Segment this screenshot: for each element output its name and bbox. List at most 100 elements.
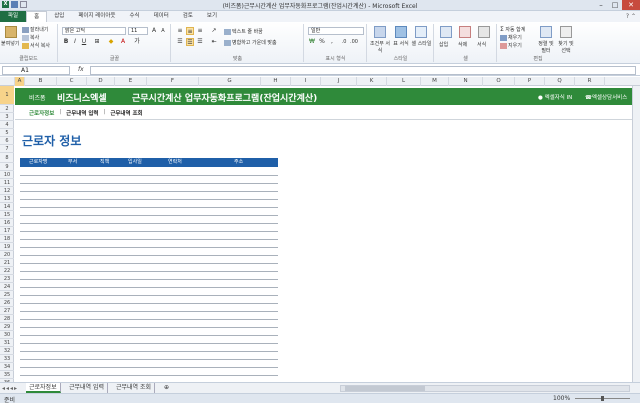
bold-icon[interactable]: B (62, 38, 70, 46)
table-row[interactable] (20, 367, 278, 368)
row-header[interactable]: 32 (0, 347, 14, 355)
shrink-font-icon[interactable]: A (159, 27, 167, 35)
column-header[interactable]: L (387, 77, 421, 86)
row-header[interactable]: 23 (0, 275, 14, 283)
row-header[interactable]: 19 (0, 243, 14, 251)
phonetic-icon[interactable]: 가 (133, 38, 141, 46)
row-header[interactable]: 3 (0, 113, 14, 121)
row-header[interactable]: 16 (0, 219, 14, 227)
increase-decimal-icon[interactable]: .0 (340, 38, 348, 46)
table-row[interactable] (20, 351, 278, 352)
table-row[interactable] (20, 191, 278, 192)
formula-input[interactable] (90, 66, 636, 75)
percent-icon[interactable]: % (318, 38, 326, 46)
row-header[interactable]: 17 (0, 227, 14, 235)
align-top-icon[interactable]: ≡ (176, 27, 184, 35)
menu-worker-info[interactable]: 근로자정보 (25, 109, 58, 117)
table-row[interactable] (20, 231, 278, 232)
column-header[interactable]: I (291, 77, 321, 86)
copy-button[interactable]: 복사 (22, 34, 39, 41)
border-icon[interactable]: ⊞ (93, 38, 101, 46)
sheet-tab-worker-info[interactable]: 근로자정보 (26, 383, 61, 393)
maximize-icon[interactable]: □ (608, 0, 622, 10)
row-header[interactable]: 26 (0, 299, 14, 307)
decrease-decimal-icon[interactable]: .00 (350, 38, 358, 46)
row-header[interactable]: 35 (0, 371, 14, 379)
row-header[interactable]: 31 (0, 339, 14, 347)
paste-button[interactable]: 붙여넣기 (1, 40, 19, 47)
table-row[interactable] (20, 359, 278, 360)
select-all-corner[interactable] (0, 77, 15, 86)
zoom-slider[interactable] (575, 396, 630, 401)
row-header[interactable]: 33 (0, 355, 14, 363)
row-header[interactable]: 5 (0, 129, 14, 137)
column-header[interactable]: F (147, 77, 199, 86)
tab-data[interactable]: 데이터 (147, 11, 176, 22)
worksheet-grid[interactable]: 비즈폼 비즈니스엑셀 근무시간계산 업무자동화프로그램(잔업시간계산) ● 엑셀… (15, 86, 640, 382)
menu-work-entry[interactable]: 근무내역 입력 (62, 109, 102, 117)
column-header[interactable]: P (515, 77, 545, 86)
table-row[interactable] (20, 287, 278, 288)
table-row[interactable] (20, 247, 278, 248)
fill-color-icon[interactable]: ◆ (107, 38, 115, 46)
table-row[interactable] (20, 295, 278, 296)
column-header[interactable]: A (15, 77, 25, 86)
column-header[interactable]: G (199, 77, 261, 86)
merge-center-button[interactable]: 병합하고 가운데 맞춤 (224, 39, 277, 46)
name-box[interactable]: A1 (2, 66, 70, 75)
table-row[interactable] (20, 183, 278, 184)
table-row[interactable] (20, 175, 278, 176)
row-header[interactable]: 11 (0, 179, 14, 187)
comma-icon[interactable]: , (328, 38, 336, 46)
table-row[interactable] (20, 279, 278, 280)
tab-view[interactable]: 보기 (200, 11, 224, 22)
table-row[interactable] (20, 199, 278, 200)
row-header[interactable]: 22 (0, 267, 14, 275)
sheet-nav-icons[interactable]: ◂◂◂▸ (2, 385, 18, 392)
column-header[interactable]: H (261, 77, 291, 86)
vertical-scrollbar[interactable] (632, 86, 640, 382)
font-size-select[interactable]: 11 (128, 27, 148, 35)
table-row[interactable] (20, 207, 278, 208)
align-middle-icon[interactable]: ≡ (186, 27, 194, 35)
format-as-table-button[interactable]: 표 서식 (393, 40, 409, 47)
table-row[interactable] (20, 271, 278, 272)
column-header[interactable]: E (115, 77, 147, 86)
sort-filter-button[interactable]: 정렬 및 필터 (536, 40, 556, 54)
row-header[interactable]: 27 (0, 307, 14, 315)
cell-styles-button[interactable]: 셀 스타일 (411, 40, 432, 47)
menu-work-inquiry[interactable]: 근무내역 조회 (106, 109, 146, 117)
row-header[interactable]: 10 (0, 171, 14, 179)
table-row[interactable] (20, 239, 278, 240)
align-bottom-icon[interactable]: ≡ (196, 27, 204, 35)
excel-knowledge-link[interactable]: ● 엑셀자식 IN (538, 93, 572, 101)
column-header[interactable]: Q (545, 77, 575, 86)
wrap-text-button[interactable]: 텍스트 줄 바꿈 (224, 28, 263, 35)
row-header[interactable]: 14 (0, 203, 14, 211)
row-header[interactable]: 6 (0, 137, 14, 145)
cut-button[interactable]: 잘라내기 (22, 26, 48, 33)
number-format-select[interactable]: 일반 (308, 27, 364, 35)
row-header[interactable]: 25 (0, 291, 14, 299)
column-header[interactable]: M (421, 77, 449, 86)
table-row[interactable] (20, 215, 278, 216)
column-header[interactable]: O (483, 77, 515, 86)
row-header[interactable]: 7 (0, 145, 14, 153)
clear-button[interactable]: 지우기 (500, 42, 522, 49)
insert-button[interactable]: 삽입 (439, 41, 448, 48)
column-header[interactable]: C (57, 77, 87, 86)
column-header[interactable]: B (25, 77, 57, 86)
row-header[interactable]: 29 (0, 323, 14, 331)
find-select-button[interactable]: 찾기 및 선택 (556, 40, 576, 54)
column-header[interactable]: K (357, 77, 387, 86)
orientation-icon[interactable]: ↗ (210, 27, 218, 35)
table-row[interactable] (20, 335, 278, 336)
format-button[interactable]: 서식 (477, 41, 486, 48)
column-header[interactable]: D (87, 77, 115, 86)
column-header[interactable]: R (575, 77, 605, 86)
row-header[interactable]: 8 (0, 153, 14, 163)
row-header[interactable]: 9 (0, 163, 14, 171)
table-row[interactable] (20, 327, 278, 328)
tab-review[interactable]: 검토 (176, 11, 200, 22)
tab-insert[interactable]: 삽입 (47, 11, 71, 22)
